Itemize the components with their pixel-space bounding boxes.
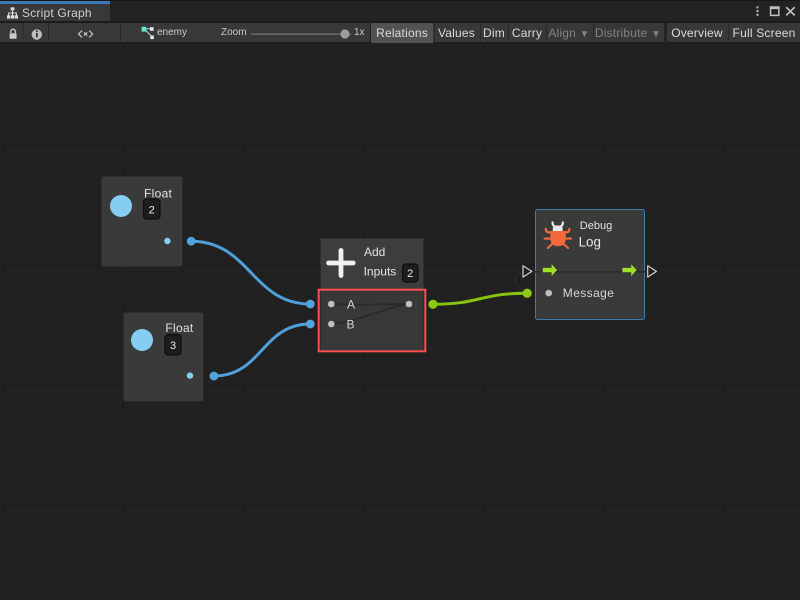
- svg-text:Log: Log: [579, 234, 601, 249]
- svg-text:B: B: [347, 318, 355, 332]
- svg-text:Float: Float: [165, 321, 194, 335]
- svg-text:Inputs: Inputs: [364, 264, 397, 278]
- svg-text:2: 2: [407, 268, 413, 280]
- svg-text:3: 3: [170, 340, 176, 352]
- svg-text:Debug: Debug: [580, 220, 612, 232]
- svg-text:A: A: [347, 298, 355, 312]
- svg-text:Add: Add: [364, 245, 385, 259]
- svg-text:Message: Message: [563, 286, 615, 300]
- svg-text:2: 2: [149, 205, 155, 217]
